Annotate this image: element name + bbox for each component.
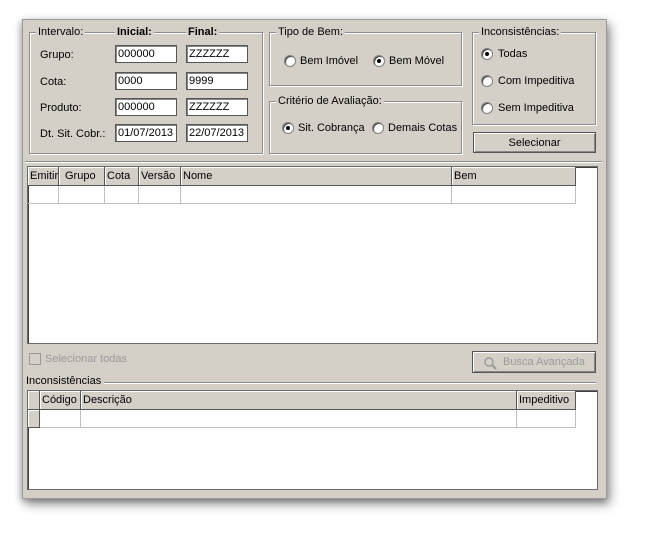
selecionar-button[interactable]: Selecionar [473, 132, 596, 153]
produto-final-field[interactable]: ZZZZZZ [186, 98, 248, 116]
intervalo-title: Intervalo: [36, 26, 86, 38]
selecionar-todas-checkbox[interactable] [29, 353, 41, 365]
demais-cotas-label[interactable]: Demais Cotas [388, 122, 457, 135]
inconsistencias-section-title: Inconsistências [26, 375, 105, 388]
sit-cobranca-radio[interactable] [282, 122, 294, 134]
bem-imovel-label[interactable]: Bem Imóvel [300, 55, 358, 68]
grupo-final-field[interactable]: ZZZZZZ [186, 45, 248, 63]
sem-impeditiva-radio[interactable] [481, 102, 493, 114]
col-versao[interactable]: Versão [139, 167, 181, 186]
row-indicator-header [28, 391, 40, 410]
col-grupo[interactable]: Grupo [59, 167, 105, 186]
col-final-header: Final: [186, 26, 220, 39]
col-nome[interactable]: Nome [181, 167, 452, 186]
produto-label: Produto: [40, 102, 82, 114]
busca-avancada-label: Busca Avançada [503, 356, 585, 368]
inconsistencias-grid[interactable]: Código Descrição Impeditivo [27, 390, 598, 490]
todas-label[interactable]: Todas [498, 48, 527, 61]
top-separator [25, 161, 602, 163]
bem-movel-radio[interactable] [373, 55, 385, 67]
dt-sit-cobr-inicial-field[interactable]: 01/07/2013 [115, 124, 177, 142]
inconsistencias-filter-title: Inconsistências: [479, 26, 562, 38]
inconsistencias-grid-cell[interactable] [81, 410, 517, 428]
main-grid[interactable]: Emitir Grupo Cota Versão Nome Bem [27, 166, 598, 344]
cota-label: Cota: [40, 76, 67, 88]
main-grid-cell[interactable] [105, 186, 139, 204]
row-indicator [28, 410, 40, 428]
dt-sit-cobr-label: Dt. Sit. Cobr.: [40, 128, 106, 140]
dialog-window: Intervalo: Inicial: Final: Grupo: 000000… [22, 19, 607, 499]
sem-impeditiva-label[interactable]: Sem Impeditiva [498, 102, 574, 115]
col-descricao[interactable]: Descrição [81, 391, 517, 410]
grupo-label: Grupo: [40, 49, 74, 61]
bem-imovel-radio[interactable] [284, 55, 296, 67]
tipo-bem-title: Tipo de Bem: [276, 26, 346, 38]
col-impeditivo[interactable]: Impeditivo [517, 391, 576, 410]
inconsistencias-grid-cell[interactable] [517, 410, 576, 428]
main-grid-cell[interactable] [28, 186, 59, 204]
main-grid-cell[interactable] [452, 186, 576, 204]
grupo-inicial-field[interactable]: 000000 [115, 45, 177, 63]
col-bem[interactable]: Bem [452, 167, 576, 186]
main-grid-cell[interactable] [59, 186, 105, 204]
selecionar-todas-label[interactable]: Selecionar todas [45, 353, 127, 366]
col-cota[interactable]: Cota [105, 167, 139, 186]
main-grid-cell[interactable] [139, 186, 181, 204]
produto-inicial-field[interactable]: 000000 [115, 98, 177, 116]
magnifier-icon [483, 356, 497, 370]
sit-cobranca-label[interactable]: Sit. Cobrança [298, 122, 365, 135]
cota-final-field[interactable]: 9999 [186, 72, 248, 90]
bem-movel-label[interactable]: Bem Móvel [389, 55, 444, 68]
inconsistencias-grid-cell[interactable] [40, 410, 81, 428]
dt-sit-cobr-final-field[interactable]: 22/07/2013 [186, 124, 248, 142]
demais-cotas-radio[interactable] [372, 122, 384, 134]
main-grid-cell[interactable] [181, 186, 452, 204]
inconsistencias-separator [26, 382, 596, 384]
col-inicial-header: Inicial: [115, 26, 154, 39]
cota-inicial-field[interactable]: 0000 [115, 72, 177, 90]
busca-avancada-button[interactable]: Busca Avançada [472, 351, 596, 373]
col-codigo[interactable]: Código [40, 391, 81, 410]
col-emitir[interactable]: Emitir [28, 167, 59, 186]
com-impeditiva-label[interactable]: Com Impeditiva [498, 75, 574, 88]
criterio-title: Critério de Avaliação: [276, 95, 384, 107]
com-impeditiva-radio[interactable] [481, 75, 493, 87]
todas-radio[interactable] [481, 48, 493, 60]
